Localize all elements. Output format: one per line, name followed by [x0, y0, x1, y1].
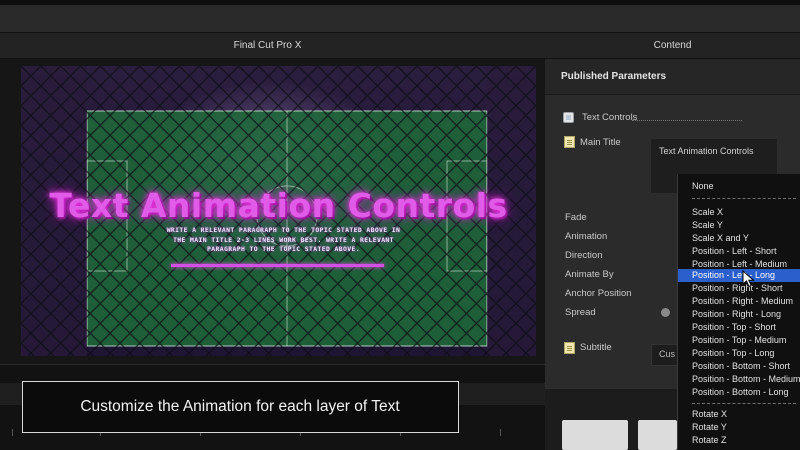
param-fade: Fade [565, 212, 587, 223]
inspector-header: Published Parameters [545, 59, 800, 95]
menu-item-position-left-short[interactable]: Position - Left - Short [678, 245, 800, 258]
text-controls-label: Text Controls [582, 112, 638, 123]
clip-thumbnail[interactable] [638, 420, 677, 450]
menu-item-position-left-long[interactable]: Position - Left - Long [678, 269, 800, 282]
published-parameters-heading: Published Parameters [561, 71, 667, 82]
menu-item-position-top-short[interactable]: Position - Top - Short [678, 321, 800, 334]
inspector-title: Contend [653, 40, 692, 51]
mouse-pointer-icon [742, 270, 755, 288]
menu-item-rotate-z[interactable]: Rotate Z [678, 434, 800, 447]
title-bar: Final Cut Pro X Contend [0, 33, 800, 59]
viewer-area: Text Animation Controls WRITE A RELEVANT… [0, 59, 545, 364]
tutorial-caption: Customize the Animation for each layer o… [22, 381, 459, 433]
menu-item-position-bottom-medium[interactable]: Position - Bottom - Medium [678, 373, 800, 386]
menu-item-position-right-long[interactable]: Position - Right - Long [678, 308, 800, 321]
menu-item-position-bottom-short[interactable]: Position - Bottom - Short [678, 360, 800, 373]
animated-paragraph-text: WRITE A RELEVANT PARAGRAPH TO THE TOPIC … [166, 226, 401, 254]
menu-item-position-right-short[interactable]: Position - Right - Short [678, 282, 800, 295]
dotted-leader [632, 120, 742, 121]
top-strip [0, 0, 800, 5]
note-icon [564, 136, 575, 148]
menu-item-scale-xy[interactable]: Scale X and Y [678, 232, 800, 245]
browser-panel [545, 389, 677, 450]
param-anchor-position: Anchor Position [565, 288, 632, 299]
top-toolbar [0, 0, 800, 33]
menu-item-rotate-x[interactable]: Rotate X [678, 408, 800, 421]
video-preview[interactable]: Text Animation Controls WRITE A RELEVANT… [21, 66, 536, 356]
title-underline [171, 264, 384, 267]
subtitle-label: Subtitle [580, 342, 612, 353]
menu-item-scale-x[interactable]: Scale X [678, 206, 800, 219]
caption-text: Customize the Animation for each layer o… [80, 398, 400, 415]
menu-item-none[interactable]: None [678, 180, 800, 193]
menu-separator [692, 403, 796, 404]
menu-item-position-top-long[interactable]: Position - Top - Long [678, 347, 800, 360]
note-icon [564, 342, 575, 354]
text-controls-row: Text Controls [582, 112, 742, 128]
clip-thumbnail[interactable] [562, 420, 628, 450]
param-animate-by: Animate By [565, 269, 614, 280]
param-animation: Animation [565, 231, 608, 242]
text-controls-checkbox[interactable] [563, 112, 574, 123]
menu-item-position-right-medium[interactable]: Position - Right - Medium [678, 295, 800, 308]
popup-label-text: Text Animation Controls [659, 146, 754, 156]
param-direction: Direction [565, 250, 603, 261]
menu-separator [692, 198, 796, 199]
main-title-label: Main Title [580, 137, 621, 148]
animation-dropdown-menu: None Scale X Scale Y Scale X and Y Posit… [677, 174, 800, 450]
menu-item-position-top-medium[interactable]: Position - Top - Medium [678, 334, 800, 347]
spread-slider-knob[interactable] [661, 308, 670, 317]
menu-item-rotate-y[interactable]: Rotate Y [678, 421, 800, 434]
menu-item-position-bottom-long[interactable]: Position - Bottom - Long [678, 386, 800, 399]
param-spread: Spread [565, 307, 596, 318]
menu-item-scale-y[interactable]: Scale Y [678, 219, 800, 232]
animated-title-text: Text Animation Controls [49, 186, 508, 225]
app-title: Final Cut Pro X [233, 40, 302, 51]
